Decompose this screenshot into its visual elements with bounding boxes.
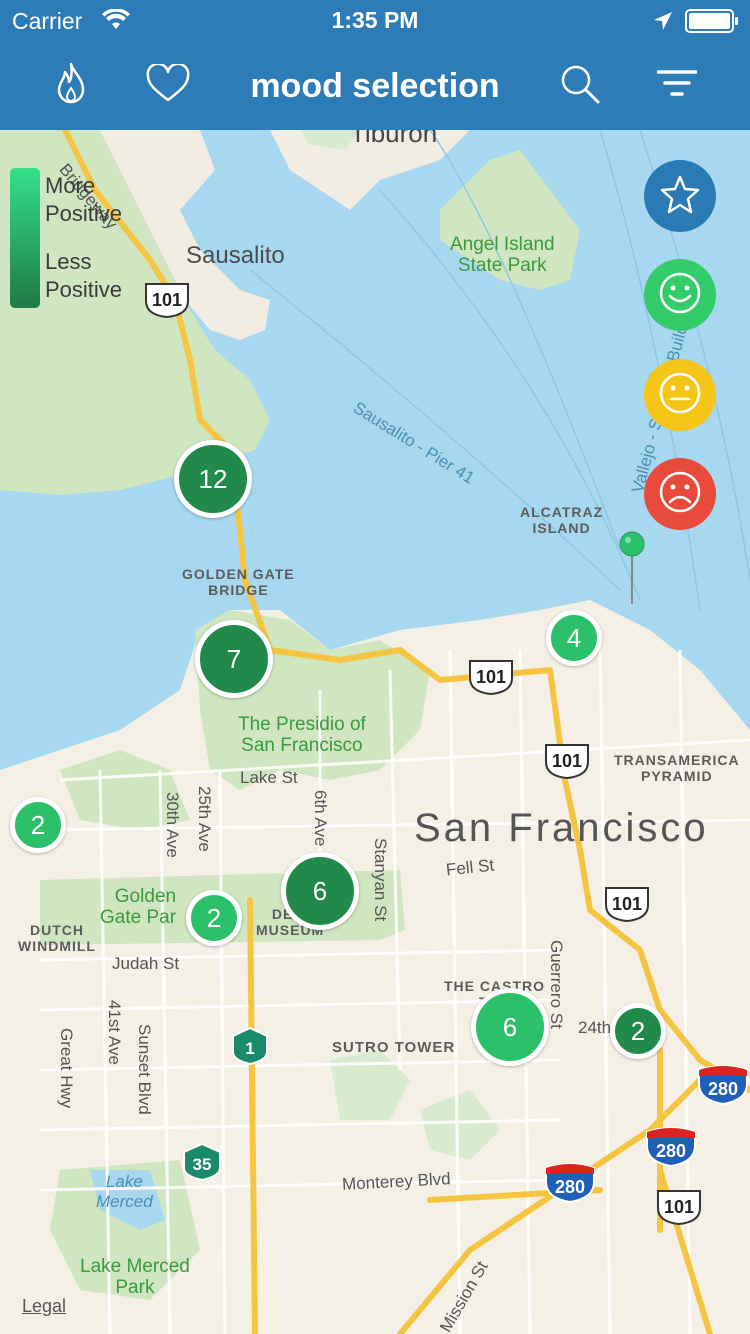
map-label-judah-st: Judah St xyxy=(112,954,180,973)
us-101-shield: 101 xyxy=(655,1188,703,1231)
happy-mood-button[interactable] xyxy=(644,259,716,331)
map-label-sutro-tower: SUTRO TOWER xyxy=(332,1039,456,1056)
map-label-41st-ave: 41st Ave xyxy=(105,1000,124,1065)
mood-cluster[interactable]: 6 xyxy=(281,852,359,930)
map-label-great-hwy: Great Hwy xyxy=(57,1028,76,1109)
i-280-shield: 280 xyxy=(644,1124,698,1173)
i-280-shield: 280 xyxy=(696,1062,750,1111)
map-label-30th-ave: 30th Ave xyxy=(163,792,182,858)
star-icon xyxy=(660,174,700,219)
map-label-golden-gate-bridge: GOLDEN GATE BRIDGE xyxy=(182,566,295,598)
status-bar: Carrier 1:35 PM xyxy=(0,0,750,40)
map-label-dutch-windmill: DUTCH WINDMILL xyxy=(18,922,96,954)
map-label-alcatraz: ALCATRAZ ISLAND xyxy=(520,504,604,536)
ca-35-shield: 35 xyxy=(180,1142,224,1187)
map-label-presidio: The Presidio of San Francisco xyxy=(238,714,366,756)
legal-link[interactable]: Legal xyxy=(22,1296,66,1317)
us-101-shield: 101 xyxy=(543,742,591,785)
mood-cluster[interactable]: 7 xyxy=(195,620,273,698)
sad-face-icon xyxy=(658,470,702,519)
sad-mood-button[interactable] xyxy=(644,458,716,530)
nav-bar: mood selection xyxy=(0,40,750,130)
map-label-angel-island: Angel Island State Park xyxy=(450,234,555,276)
mood-cluster[interactable]: 2 xyxy=(10,797,66,853)
map-view[interactable]: Tiburon Sausalito Bridgeway Angel Island… xyxy=(0,130,750,1334)
map-label-6th-ave: 6th Ave xyxy=(311,790,330,847)
svg-text:101: 101 xyxy=(552,751,582,771)
search-icon xyxy=(559,63,601,110)
filter-button[interactable] xyxy=(653,62,701,110)
mood-legend: More Positive Less Positive xyxy=(10,168,160,313)
map-label-guerrero: Guerrero St xyxy=(547,940,566,1029)
svg-text:280: 280 xyxy=(656,1141,686,1161)
status-time: 1:35 PM xyxy=(331,7,419,33)
mood-cluster[interactable]: 2 xyxy=(186,890,242,946)
legend-gradient-bar xyxy=(10,168,40,308)
mood-cluster[interactable]: 6 xyxy=(471,988,549,1066)
mood-cluster[interactable]: 12 xyxy=(174,440,252,518)
map-label-stanyan: Stanyan St xyxy=(371,838,390,922)
us-101-shield: 101 xyxy=(603,885,651,928)
svg-text:280: 280 xyxy=(708,1079,738,1099)
map-label-sausalito: Sausalito xyxy=(186,242,285,269)
svg-text:101: 101 xyxy=(664,1197,694,1217)
us-101-shield: 101 xyxy=(466,658,516,701)
map-label-sunset-blvd: Sunset Blvd xyxy=(135,1024,154,1115)
page-title: mood selection xyxy=(250,67,500,105)
top-bar: Carrier 1:35 PM mood selection xyxy=(0,0,750,130)
location-arrow-icon xyxy=(652,10,674,38)
map-label-lake-st: Lake St xyxy=(240,768,298,787)
search-button[interactable] xyxy=(556,62,604,110)
map-label-san-francisco: San Francisco xyxy=(414,806,709,850)
ca-1-shield: 1 xyxy=(229,1026,271,1071)
svg-text:1: 1 xyxy=(245,1039,254,1058)
filter-icon xyxy=(656,69,698,104)
map-label-tiburon: Tiburon xyxy=(350,130,438,148)
mood-cluster[interactable]: 4 xyxy=(546,610,602,666)
svg-text:101: 101 xyxy=(612,894,642,914)
map-label-transamerica: TRANSAMERICA PYRAMID xyxy=(614,752,740,784)
map-label-lake-merced-water: Lake Merced xyxy=(96,1172,153,1211)
battery-icon xyxy=(685,9,739,39)
svg-text:35: 35 xyxy=(193,1155,212,1174)
map-label-24th: 24th xyxy=(578,1018,612,1037)
svg-text:280: 280 xyxy=(555,1177,585,1197)
map-label-lake-merced-park: Lake Merced Park xyxy=(80,1256,190,1298)
neutral-mood-button[interactable] xyxy=(644,359,716,431)
map-label-25th-ave: 25th Ave xyxy=(195,786,214,852)
map-pin-icon[interactable] xyxy=(618,530,646,606)
happy-face-icon xyxy=(658,271,702,320)
legend-bottom-label: Less Positive xyxy=(45,249,123,302)
mood-cluster[interactable]: 2 xyxy=(610,1003,666,1059)
svg-text:101: 101 xyxy=(476,667,506,687)
legend-top-label: More Positive xyxy=(45,173,123,226)
i-280-shield: 280 xyxy=(543,1160,597,1209)
neutral-face-icon xyxy=(658,371,702,420)
favorite-mood-button[interactable] xyxy=(644,160,716,232)
map-label-golden-gate-park: Golden Gate Par xyxy=(100,886,177,928)
